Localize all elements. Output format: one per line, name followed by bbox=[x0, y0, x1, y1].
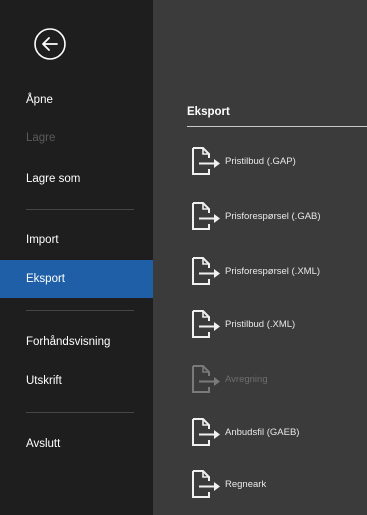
nav-save-as[interactable]: Lagre som bbox=[0, 160, 153, 198]
sidebar-divider bbox=[26, 412, 134, 413]
arrow-left-circle-icon bbox=[34, 28, 66, 60]
nav-label: Eksport bbox=[26, 273, 65, 285]
nav-label: Import bbox=[26, 234, 59, 246]
sidebar-divider bbox=[26, 209, 134, 210]
nav-print-preview[interactable]: Forhåndsvisning bbox=[0, 323, 153, 361]
nav-label: Avslutt bbox=[26, 438, 61, 450]
nav-exit[interactable]: Avslutt bbox=[0, 425, 153, 463]
export-item-pristilbud-xml[interactable]: Pristilbud (.XML) bbox=[187, 304, 367, 344]
nav-label: Åpne bbox=[26, 94, 53, 106]
export-document-icon bbox=[192, 147, 220, 175]
backstage-sidebar: Åpne Lagre Lagre som Import Eksport Forh… bbox=[0, 0, 153, 515]
nav-label: Lagre bbox=[26, 132, 56, 144]
section-title: Eksport bbox=[187, 106, 230, 118]
export-item-label: Pristilbud (.GAP) bbox=[225, 155, 296, 167]
export-item-prisforesporsel-xml[interactable]: Prisforespørsel (.XML) bbox=[187, 251, 367, 291]
export-item-label: Avregning bbox=[225, 373, 268, 385]
export-item-label: Pristilbud (.XML) bbox=[225, 318, 296, 330]
nav-save: Lagre bbox=[0, 119, 153, 157]
nav-open[interactable]: Åpne bbox=[0, 81, 153, 119]
export-item-label: Regneark bbox=[225, 478, 267, 490]
export-document-icon bbox=[192, 470, 220, 498]
export-item-pristilbud-gap[interactable]: Pristilbud (.GAP) bbox=[187, 141, 367, 181]
export-item-anbudsfil-gaeb[interactable]: Anbudsfil (GAEB) bbox=[187, 412, 367, 452]
nav-import[interactable]: Import bbox=[0, 221, 153, 259]
export-document-icon bbox=[192, 257, 220, 285]
nav-label: Lagre som bbox=[26, 173, 81, 185]
section-rule bbox=[187, 126, 367, 127]
export-item-regneark[interactable]: Regneark bbox=[187, 464, 367, 504]
export-item-label: Anbudsfil (GAEB) bbox=[225, 426, 300, 438]
export-item-prisforesporsel-gab[interactable]: Prisforespørsel (.GAB) bbox=[187, 196, 367, 236]
export-panel: Eksport Pristilbud (.GAP) Prisforespørse… bbox=[153, 0, 367, 515]
back-button[interactable] bbox=[33, 27, 67, 61]
export-document-icon bbox=[192, 418, 220, 446]
export-document-icon bbox=[192, 310, 220, 338]
sidebar-divider bbox=[26, 310, 134, 311]
nav-export[interactable]: Eksport bbox=[0, 260, 153, 298]
nav-print[interactable]: Utskrift bbox=[0, 362, 153, 400]
nav-label: Forhåndsvisning bbox=[26, 336, 111, 348]
export-item-label: Prisforespørsel (.GAB) bbox=[225, 210, 321, 222]
export-item-avregning: Avregning bbox=[187, 359, 367, 399]
export-document-icon bbox=[192, 202, 220, 230]
nav-label: Utskrift bbox=[26, 375, 62, 387]
export-item-label: Prisforespørsel (.XML) bbox=[225, 265, 321, 277]
export-document-icon bbox=[192, 365, 220, 393]
